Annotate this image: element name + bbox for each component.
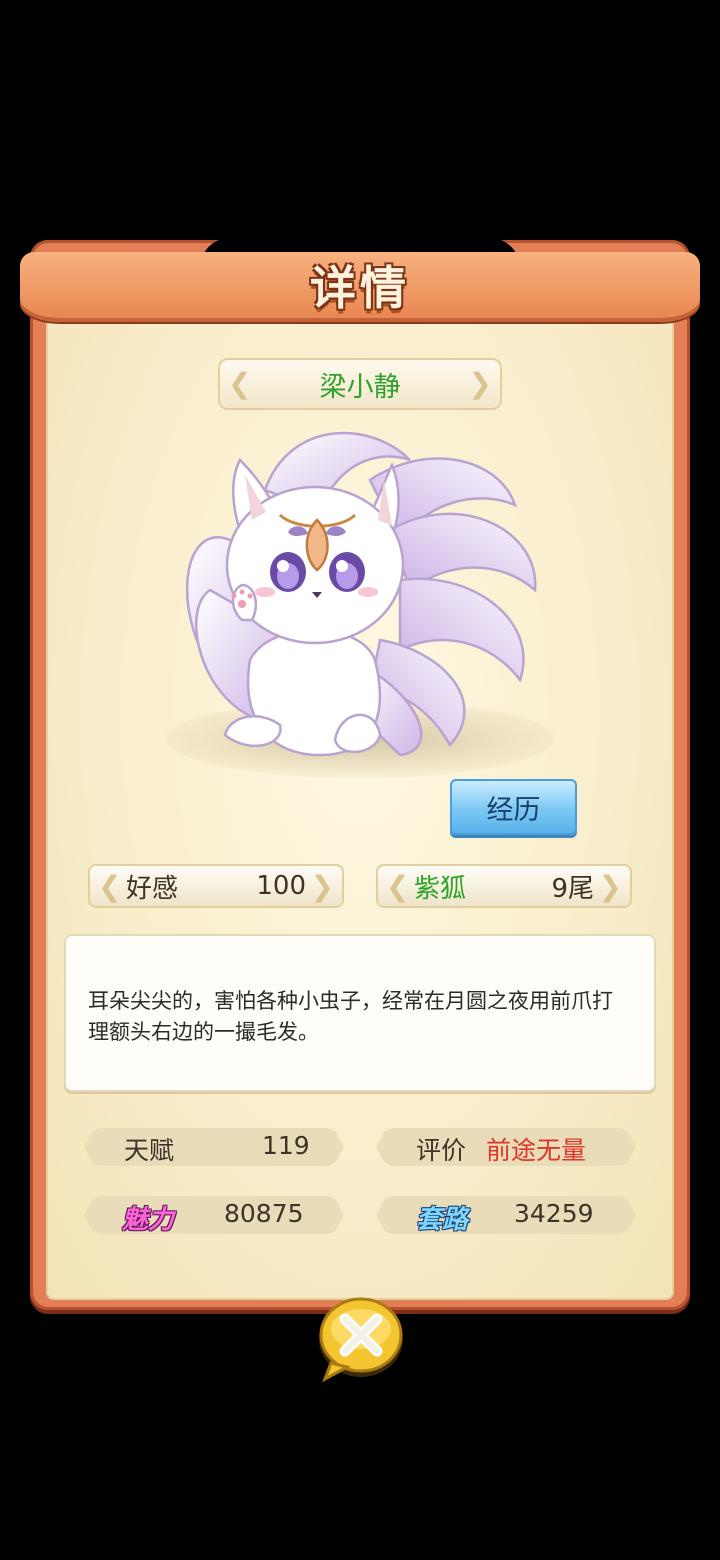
- rating-label: 评价: [416, 1136, 467, 1165]
- dialog-title: 详情: [310, 261, 410, 315]
- trick-pill: 套路 34259: [376, 1196, 636, 1234]
- chevron-left-icon: ❮: [98, 870, 122, 903]
- chevron-right-icon: ❯: [598, 870, 622, 903]
- pet-name: 梁小静: [319, 371, 401, 403]
- breed-pill: ❮ 紫狐 9尾 ❯: [376, 864, 632, 908]
- close-button[interactable]: [313, 1293, 409, 1383]
- pet-name-plate: ❮ 梁小静 ❯: [218, 358, 502, 410]
- chevron-left-icon: ❮: [228, 367, 252, 400]
- affection-value: 100: [256, 871, 306, 901]
- charm-label: 魅力: [122, 1205, 175, 1235]
- chevron-right-icon: ❯: [310, 870, 334, 903]
- rating-value: 前途无量: [486, 1136, 587, 1165]
- breed-label: 紫狐: [414, 873, 467, 904]
- pet-illustration: [170, 420, 550, 765]
- chevron-left-icon: ❮: [386, 870, 410, 903]
- rating-pill: 评价 前途无量: [376, 1128, 636, 1166]
- chevron-right-icon: ❯: [468, 367, 492, 400]
- pet-description-box: 耳朵尖尖的，害怕各种小虫子，经常在月圆之夜用前爪打理额头右边的一撮毛发。: [64, 934, 656, 1092]
- trick-label: 套路: [416, 1205, 469, 1235]
- talent-label: 天赋: [124, 1136, 175, 1165]
- close-x-icon: [319, 1297, 403, 1383]
- charm-value: 80875: [224, 1199, 304, 1228]
- affection-pill: ❮ 好感 100 ❯: [88, 864, 344, 908]
- pet-description: 耳朵尖尖的，害怕各种小虫子，经常在月圆之夜用前爪打理额头右边的一撮毛发。: [88, 989, 613, 1044]
- trick-value: 34259: [514, 1199, 594, 1228]
- breed-value: 9尾: [551, 873, 594, 904]
- talent-value: 119: [262, 1131, 310, 1160]
- talent-pill: 天赋 119: [84, 1128, 344, 1166]
- charm-pill: 魅力 80875: [84, 1196, 344, 1234]
- history-button[interactable]: 经历: [450, 779, 577, 835]
- affection-label: 好感: [126, 873, 179, 904]
